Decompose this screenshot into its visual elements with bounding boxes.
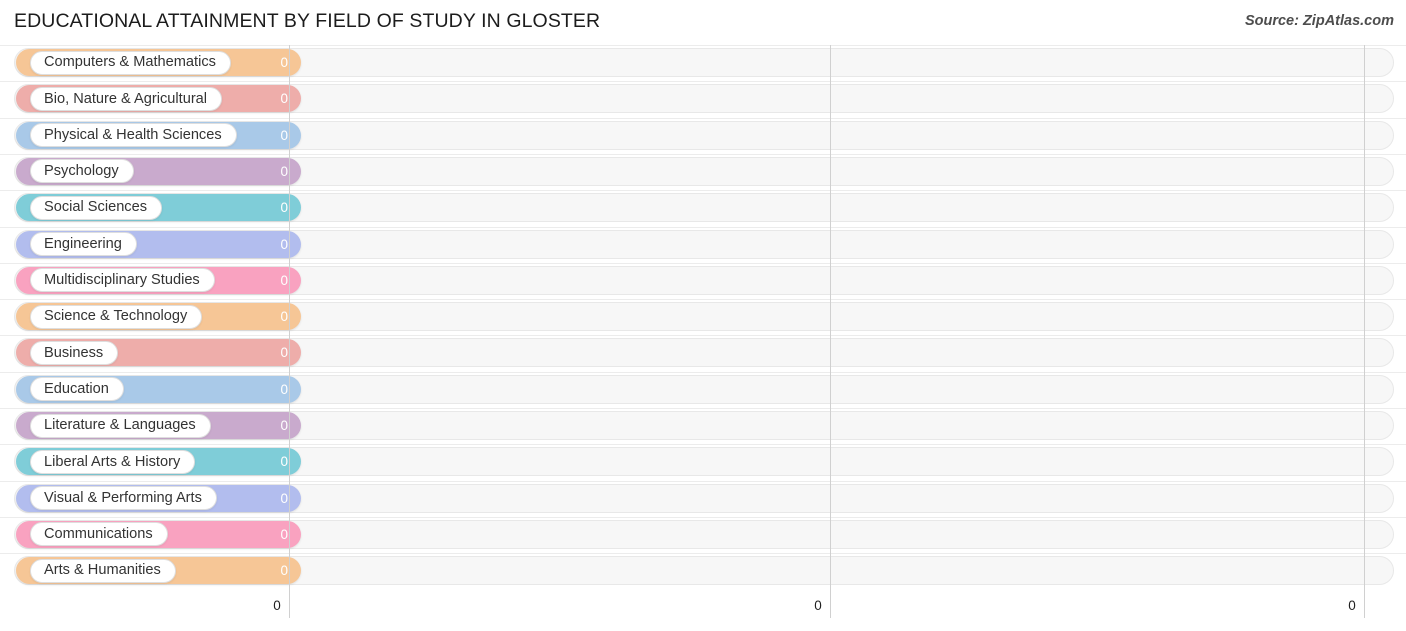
- x-axis-tick-label: 0: [814, 598, 822, 613]
- chart-header: EDUCATIONAL ATTAINMENT BY FIELD OF STUDY…: [0, 0, 1406, 45]
- bar-value-label: 0: [280, 345, 288, 361]
- row-separator: [0, 81, 1406, 83]
- bar-value-label: 0: [280, 309, 288, 325]
- row-separator: [0, 190, 1406, 192]
- source-attribution: Source: ZipAtlas.com: [1244, 13, 1394, 29]
- bar-value-label: 0: [280, 127, 288, 143]
- bar-row: Multidisciplinary Studies 0: [0, 262, 1406, 299]
- bar-value-label: 0: [280, 272, 288, 288]
- row-separator: [0, 553, 1406, 555]
- bar-row: Psychology 0: [0, 153, 1406, 190]
- bar-value-label: 0: [280, 381, 288, 397]
- bar-row: Communications 0: [0, 516, 1406, 553]
- x-axis-tick-label: 0: [273, 598, 281, 613]
- bar-value-label: 0: [280, 55, 288, 70]
- row-separator: [0, 335, 1406, 337]
- x-axis-tick-label: 0: [1348, 598, 1356, 613]
- bar-row: Physical & Health Sciences 0: [0, 117, 1406, 154]
- page-title: EDUCATIONAL ATTAINMENT BY FIELD OF STUDY…: [14, 10, 601, 32]
- row-separator: [0, 45, 1406, 46]
- bar-row: Literature & Languages 0: [0, 408, 1406, 444]
- bar-row: Social Sciences 0: [0, 190, 1406, 226]
- bar-value-label: 0: [280, 490, 288, 506]
- chart-plot-area: Computers & Mathematics 0 Bio, Nature & Ag…: [0, 45, 1406, 596]
- bar-value-label: 0: [280, 91, 288, 107]
- bar-value-label: 0: [280, 418, 288, 433]
- bar-row: Arts & Humanities 0: [0, 553, 1406, 589]
- bar-value-label: 0: [280, 526, 288, 542]
- bar-row: Bio, Nature & Agricultural 0: [0, 81, 1406, 117]
- bar-row: Business 0: [0, 335, 1406, 371]
- bar-value-label: 0: [280, 563, 288, 579]
- x-axis: 0 0 0: [0, 596, 1406, 631]
- row-separator: [0, 516, 1406, 518]
- row-separator: [0, 299, 1406, 301]
- bar-row: Visual & Performing Arts 0: [0, 480, 1406, 517]
- row-separator: [0, 371, 1406, 373]
- axis-tick-stub-1: [830, 596, 831, 618]
- bar-value-label: 0: [280, 454, 288, 470]
- row-separator: [0, 408, 1406, 409]
- bar-row: Liberal Arts & History 0: [0, 444, 1406, 480]
- row-separator: [0, 117, 1406, 119]
- axis-tick-stub-0: [289, 596, 290, 618]
- row-separator: [0, 444, 1406, 446]
- row-separator: [0, 226, 1406, 228]
- bar-row: Engineering 0: [0, 226, 1406, 263]
- row-separator: [0, 153, 1406, 155]
- bar-value-label: 0: [280, 200, 288, 216]
- bar-row: Computers & Mathematics 0: [0, 45, 1406, 81]
- row-separator: [0, 480, 1406, 482]
- row-separator: [0, 262, 1406, 264]
- axis-tick-stub-2: [1364, 596, 1365, 618]
- bar-value-label: 0: [280, 163, 288, 179]
- bar-row: Education 0: [0, 371, 1406, 408]
- bar-row: Science & Technology 0: [0, 299, 1406, 335]
- bar-value-label: 0: [280, 236, 288, 252]
